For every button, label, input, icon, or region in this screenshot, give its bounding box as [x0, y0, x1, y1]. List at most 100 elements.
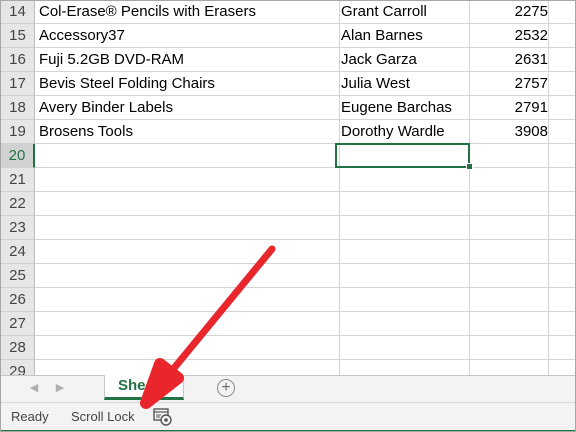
cell-name[interactable] [340, 288, 470, 312]
cell-value[interactable] [470, 288, 549, 312]
row-header[interactable]: 26 [1, 288, 35, 312]
cell-empty[interactable] [549, 216, 575, 240]
status-scroll-lock[interactable]: Scroll Lock [71, 409, 135, 424]
cell-name[interactable]: Jack Garza [340, 48, 470, 72]
cell-name[interactable]: Julia West [340, 72, 470, 96]
cell-name-text [340, 339, 341, 356]
cell-value[interactable]: 2757 [470, 72, 549, 96]
cell-name[interactable] [340, 192, 470, 216]
cell-product[interactable] [35, 168, 340, 192]
cell-name[interactable]: Grant Carroll [340, 1, 470, 24]
cell-name-text [340, 171, 341, 188]
cell-name-text [340, 195, 341, 212]
cell-value[interactable] [470, 216, 549, 240]
fill-handle[interactable] [466, 163, 473, 170]
cell-name[interactable] [340, 240, 470, 264]
cell-empty[interactable] [549, 24, 575, 48]
cell-value[interactable] [470, 192, 549, 216]
sheet-tab-active[interactable]: Shee [104, 375, 184, 400]
cell-name[interactable]: Dorothy Wardle [340, 120, 470, 144]
row-header[interactable]: 24 [1, 240, 35, 264]
cell-value[interactable] [470, 264, 549, 288]
row-header[interactable]: 16 [1, 48, 35, 72]
cell-empty[interactable] [549, 168, 575, 192]
cell-value[interactable] [470, 312, 549, 336]
cell-value[interactable]: 2631 [470, 48, 549, 72]
cell-empty[interactable] [549, 264, 575, 288]
cell-name[interactable] [340, 312, 470, 336]
cell-product[interactable] [35, 264, 340, 288]
cell-value[interactable] [470, 240, 549, 264]
row-header[interactable]: 17 [1, 72, 35, 96]
table-row: 16 Fuji 5.2GB DVD-RAM Jack Garza 2631 [1, 48, 575, 72]
table-row: 19 Brosens Tools Dorothy Wardle 3908 [1, 120, 575, 144]
cell-product[interactable] [35, 312, 340, 336]
cell-empty[interactable] [549, 1, 575, 24]
cell-name[interactable] [340, 168, 470, 192]
chevron-right-icon[interactable]: ▶ [51, 379, 69, 397]
table-row: 25 [1, 264, 575, 288]
accessibility-icon[interactable] [153, 408, 173, 426]
cell-value[interactable] [470, 168, 549, 192]
add-sheet-button[interactable]: + [217, 379, 235, 397]
cell-empty[interactable] [549, 336, 575, 360]
cell-product[interactable]: Bevis Steel Folding Chairs [35, 72, 340, 96]
cell-value[interactable]: 3908 [470, 120, 549, 144]
row-header[interactable]: 27 [1, 312, 35, 336]
table-row: 15 Accessory37 Alan Barnes 2532 [1, 24, 575, 48]
row-header[interactable]: 28 [1, 336, 35, 360]
cell-product[interactable] [35, 240, 340, 264]
table-row: 29 [1, 360, 575, 375]
cell-empty[interactable] [549, 360, 575, 375]
cell-empty[interactable] [549, 288, 575, 312]
cell-empty[interactable] [549, 312, 575, 336]
cell-product[interactable]: Brosens Tools [35, 120, 340, 144]
cell-name-text [340, 363, 341, 375]
row-header[interactable]: 22 [1, 192, 35, 216]
row-header[interactable]: 29 [1, 360, 35, 375]
row-header[interactable]: 23 [1, 216, 35, 240]
row-header[interactable]: 21 [1, 168, 35, 192]
cell-name[interactable] [340, 216, 470, 240]
row-header[interactable]: 15 [1, 24, 35, 48]
row-header[interactable]: 25 [1, 264, 35, 288]
row-header[interactable]: 19 [1, 120, 35, 144]
cell-value[interactable] [470, 336, 549, 360]
cell-product[interactable]: Avery Binder Labels [35, 96, 340, 120]
cell-empty[interactable] [549, 120, 575, 144]
cell-product[interactable]: Col-Erase® Pencils with Erasers [35, 1, 340, 24]
cell-name[interactable] [340, 264, 470, 288]
cell-value[interactable]: 2532 [470, 24, 549, 48]
row-header[interactable]: 14 [1, 1, 35, 24]
cell-name[interactable]: Eugene Barchas [340, 96, 470, 120]
cell-name-text [340, 291, 341, 308]
table-row: 20 [1, 144, 575, 168]
sheet-tab-bar: ◀ ▶ Shee + [1, 375, 575, 402]
selected-cell[interactable] [335, 143, 470, 168]
cell-name[interactable]: Alan Barnes [340, 24, 470, 48]
cell-product[interactable] [35, 360, 340, 375]
cell-product[interactable] [35, 336, 340, 360]
cell-empty[interactable] [549, 96, 575, 120]
cell-product[interactable] [35, 216, 340, 240]
cell-value[interactable]: 2275 [470, 1, 549, 24]
excel-window: 14 Col-Erase® Pencils with Erasers Grant C… [0, 0, 576, 432]
cell-name[interactable] [340, 336, 470, 360]
cell-value[interactable] [470, 360, 549, 375]
cell-product[interactable]: Fuji 5.2GB DVD-RAM [35, 48, 340, 72]
cell-empty[interactable] [549, 192, 575, 216]
cell-value[interactable]: 2791 [470, 96, 549, 120]
cell-value[interactable] [470, 144, 549, 168]
row-header[interactable]: 18 [1, 96, 35, 120]
cell-product[interactable] [35, 288, 340, 312]
cell-empty[interactable] [549, 144, 575, 168]
cell-product[interactable] [35, 144, 340, 168]
cell-product[interactable] [35, 192, 340, 216]
cell-name[interactable] [340, 360, 470, 375]
cell-product[interactable]: Accessory37 [35, 24, 340, 48]
cell-empty[interactable] [549, 72, 575, 96]
row-header[interactable]: 20 [1, 144, 35, 168]
chevron-left-icon[interactable]: ◀ [25, 379, 43, 397]
cell-empty[interactable] [549, 240, 575, 264]
cell-empty[interactable] [549, 48, 575, 72]
